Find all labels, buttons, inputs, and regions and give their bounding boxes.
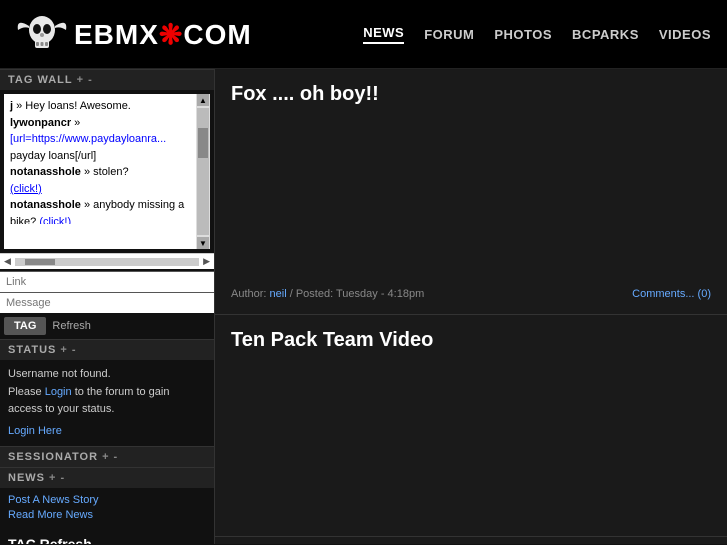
- tag-wall-collapse[interactable]: -: [88, 74, 93, 86]
- logo-text: EBMX❋COM: [74, 18, 252, 51]
- scroll-track: [197, 108, 209, 235]
- status-login-here-link[interactable]: Login Here: [8, 423, 206, 441]
- tac-refresh-section: TAC Refresh: [0, 530, 214, 544]
- article-1-footer: Author: neil / Posted: Tuesday - 4:18pm …: [231, 288, 711, 300]
- sessionator-collapse[interactable]: -: [114, 451, 119, 463]
- status-collapse[interactable]: -: [72, 344, 77, 356]
- status-toggle[interactable]: +: [60, 344, 67, 356]
- article-2-body: [231, 362, 711, 522]
- tag-wall-scrollbar[interactable]: ▲ ▼: [196, 94, 210, 249]
- logo-area: EBMX❋COM: [16, 8, 252, 60]
- tag-message-notanasshole2: notanasshole » anybody missing a bike? (…: [10, 197, 204, 224]
- tag-message-payday: payday loans[/url]: [10, 148, 204, 165]
- tag-message-lywonpancr: lywonpancr »: [10, 115, 204, 132]
- post-news-link[interactable]: Post A News Story: [8, 494, 206, 506]
- news-sidebar-collapse[interactable]: -: [60, 472, 65, 484]
- article-1-author-info: Author: neil / Posted: Tuesday - 4:18pm: [231, 288, 424, 300]
- article-1-comments-link[interactable]: Comments... (0): [632, 288, 711, 300]
- main-content: Fox .... oh boy!! Author: neil / Posted:…: [215, 69, 727, 544]
- news-sidebar-toggle[interactable]: +: [49, 472, 56, 484]
- layout: TAG WALL + - j » Hey loans! Awesome. lyw…: [0, 69, 727, 544]
- article-2-title[interactable]: Ten Pack Team Video: [231, 329, 711, 352]
- tag-button[interactable]: TAG: [4, 317, 46, 335]
- news-sidebar-links: Post A News Story Read More News: [0, 488, 214, 530]
- status-login-link[interactable]: Login: [45, 386, 72, 398]
- hscroll-left-icon[interactable]: ◀: [4, 256, 11, 267]
- news-sidebar-header: NEWS + -: [0, 467, 214, 488]
- header: EBMX❋COM NEWS FORUM PHOTOS BCPARKS VIDEO…: [0, 0, 727, 69]
- article-1-author-link[interactable]: neil: [270, 288, 287, 300]
- tag-wall-content: j » Hey loans! Awesome. lywonpancr » [ur…: [4, 94, 210, 224]
- scroll-up-icon[interactable]: ▲: [197, 94, 209, 106]
- tag-message-notanasshole1: notanasshole » stolen?: [10, 164, 204, 181]
- read-more-news-link[interactable]: Read More News: [8, 509, 206, 521]
- status-header: STATUS + -: [0, 339, 214, 360]
- sessionator-toggle[interactable]: +: [102, 451, 109, 463]
- tag-button-row: TAG Refresh: [0, 313, 214, 339]
- article-1-title[interactable]: Fox .... oh boy!!: [231, 83, 711, 106]
- tag-link-input[interactable]: [0, 271, 214, 292]
- nav-news[interactable]: NEWS: [363, 25, 404, 44]
- main-nav: NEWS FORUM PHOTOS BCPARKS VIDEOS: [363, 25, 711, 44]
- tag-wall-header: TAG WALL + -: [0, 69, 214, 90]
- tag-message-j: j » Hey loans! Awesome.: [10, 98, 204, 115]
- tag-wall-hscrollbar: ◀ ▶: [0, 253, 214, 269]
- nav-forum[interactable]: FORUM: [424, 27, 474, 42]
- tag-wall-toggle[interactable]: +: [77, 74, 84, 86]
- hscroll-right-icon[interactable]: ▶: [203, 256, 210, 267]
- scroll-thumb[interactable]: [198, 128, 208, 158]
- tag-wall-box: j » Hey loans! Awesome. lywonpancr » [ur…: [4, 94, 210, 249]
- hscroll-thumb[interactable]: [25, 259, 55, 265]
- sidebar: TAG WALL + - j » Hey loans! Awesome. lyw…: [0, 69, 215, 544]
- nav-bcparks[interactable]: BCPARKS: [572, 27, 639, 42]
- tag-message-input[interactable]: [0, 292, 214, 313]
- tag-message-url: [url=https://www.paydayloanra...: [10, 131, 204, 148]
- article-2: Ten Pack Team Video: [215, 315, 727, 537]
- nav-photos[interactable]: PHOTOS: [494, 27, 552, 42]
- scroll-down-icon[interactable]: ▼: [197, 237, 209, 249]
- skull-logo-icon: [16, 8, 68, 60]
- tag-refresh-link[interactable]: Refresh: [52, 320, 91, 332]
- article-1-posted: / Posted: Tuesday - 4:18pm: [290, 288, 425, 300]
- nav-videos[interactable]: VIDEOS: [659, 27, 711, 42]
- hscroll-track: [15, 258, 199, 266]
- status-section: Username not found.Please Login to the f…: [0, 360, 214, 446]
- tag-message-click1: (click!): [10, 181, 204, 198]
- article-1: Fox .... oh boy!! Author: neil / Posted:…: [215, 69, 727, 315]
- tac-refresh-title: TAC Refresh: [8, 536, 206, 544]
- article-1-body: [231, 116, 711, 276]
- sessionator-header: SESSIONATOR + -: [0, 446, 214, 467]
